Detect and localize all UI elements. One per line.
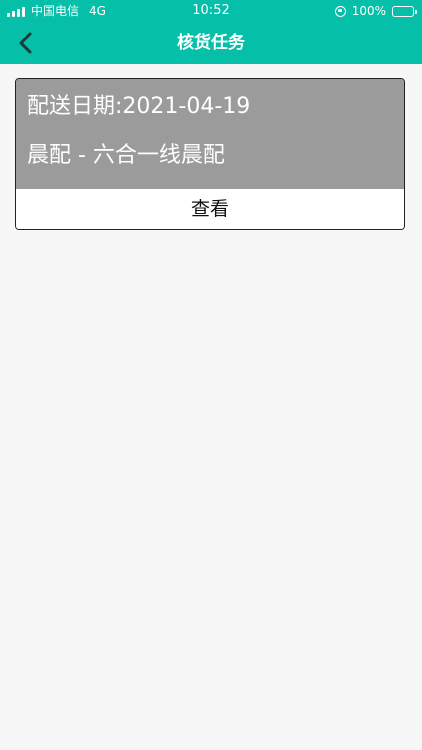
status-right: 100% xyxy=(334,0,417,22)
orientation-lock-icon xyxy=(334,5,346,17)
battery-percent: 100% xyxy=(351,4,386,18)
status-bar: 中国电信 4G 10:52 100% xyxy=(0,0,422,22)
page-title: 核货任务 xyxy=(177,33,245,53)
task-card: 配送日期:2021-04-19 晨配 - 六合一线晨配 查看 xyxy=(15,78,405,230)
delivery-date: 配送日期:2021-04-19 xyxy=(27,94,251,119)
view-button[interactable]: 查看 xyxy=(16,189,404,229)
battery-icon xyxy=(392,5,417,17)
delivery-route: 晨配 - 六合一线晨配 xyxy=(27,143,225,168)
navigation-bar: 核货任务 xyxy=(0,22,422,64)
task-card-info: 配送日期:2021-04-19 晨配 - 六合一线晨配 xyxy=(16,79,404,189)
screen: 中国电信 4G 10:52 100% 核货任务 配送日期:2021-04-19 … xyxy=(0,0,422,750)
